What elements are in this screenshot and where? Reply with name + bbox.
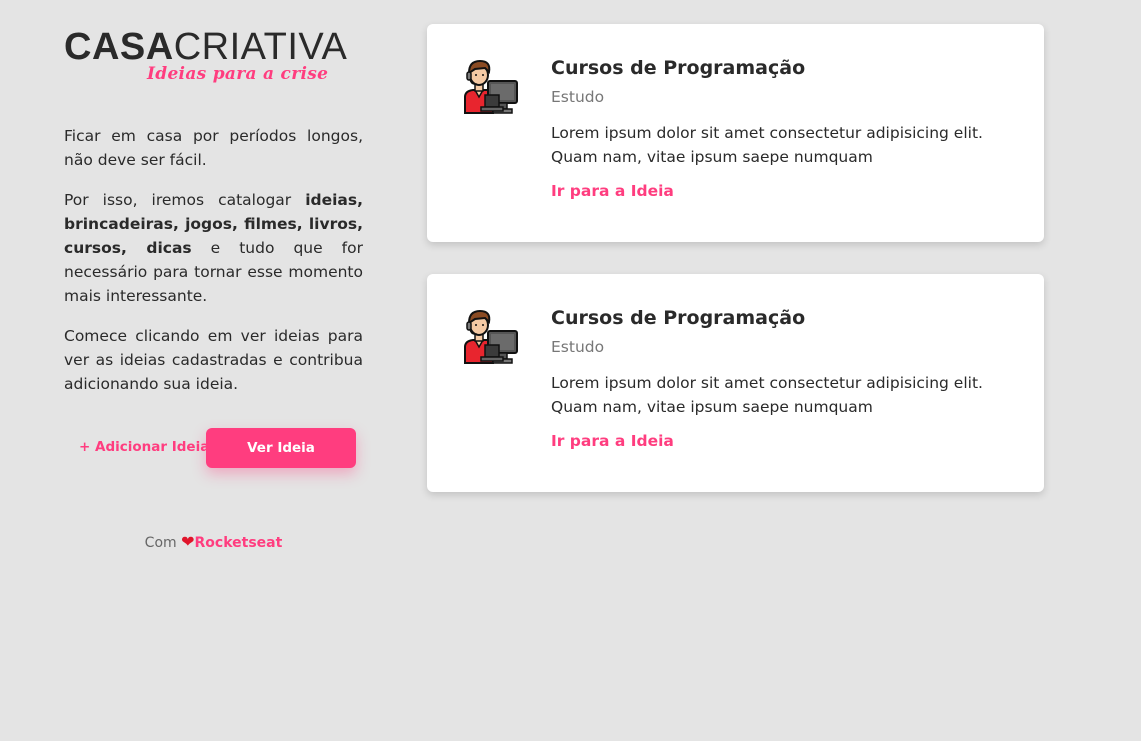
idea-card: Cursos de Programação Estudo Lorem ipsum…	[427, 274, 1044, 492]
idea-category: Estudo	[551, 88, 605, 106]
footer-brand-link[interactable]: Rocketseat	[195, 535, 283, 551]
intro-p2-start: Por isso, iremos catalogar	[64, 191, 306, 209]
idea-title: Cursos de Programação	[551, 57, 806, 79]
add-idea-link[interactable]: + Adicionar Ideia	[79, 439, 209, 455]
actions: + Adicionar Ideia Ver Ideia	[64, 428, 363, 468]
sidebar: CASACRIATIVA Ideias para a crise Ficar e…	[64, 28, 363, 551]
go-to-idea-link[interactable]: Ir para a Ideia	[551, 432, 674, 450]
programmer-icon	[461, 307, 519, 365]
intro-paragraph-1: Ficar em casa por períodos longos, não d…	[64, 127, 363, 169]
idea-card-body: Cursos de Programação Estudo Lorem ipsum…	[551, 305, 1021, 450]
go-to-idea-link[interactable]: Ir para a Ideia	[551, 182, 674, 200]
view-idea-button[interactable]: Ver Ideia	[206, 428, 356, 468]
logo-part-casa: CASA	[64, 26, 174, 68]
intro-paragraph-3: Comece clicando em ver ideias para ver a…	[64, 327, 363, 393]
idea-description: Lorem ipsum dolor sit amet consectetur a…	[551, 374, 983, 416]
logo: CASACRIATIVA Ideias para a crise	[64, 28, 363, 90]
idea-description: Lorem ipsum dolor sit amet consectetur a…	[551, 124, 983, 166]
logo-title: CASACRIATIVA	[64, 28, 363, 66]
idea-category: Estudo	[551, 338, 605, 356]
programmer-icon	[461, 57, 519, 115]
heart-icon: ❤	[181, 532, 195, 551]
logo-tagline: Ideias para a crise	[147, 64, 329, 84]
intro-text: Ficar em casa por períodos longos, não d…	[64, 124, 363, 396]
footer: Com ❤Rocketseat	[64, 532, 363, 551]
footer-prefix: Com	[144, 535, 177, 551]
ideas-list: Cursos de Programação Estudo Lorem ipsum…	[427, 24, 1044, 524]
intro-paragraph-2: Por isso, iremos catalogar ideias, brinc…	[64, 188, 363, 308]
idea-title: Cursos de Programação	[551, 307, 806, 329]
idea-card-body: Cursos de Programação Estudo Lorem ipsum…	[551, 55, 1021, 200]
logo-part-criativa: CRIATIVA	[173, 26, 348, 68]
idea-card: Cursos de Programação Estudo Lorem ipsum…	[427, 24, 1044, 242]
